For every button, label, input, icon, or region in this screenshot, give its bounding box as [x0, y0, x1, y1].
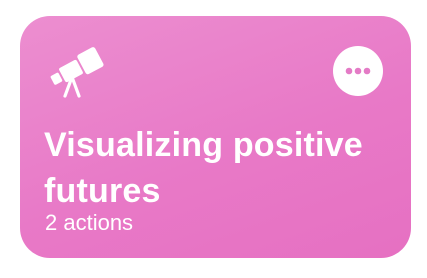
ellipsis-icon — [345, 67, 371, 75]
shortcut-card[interactable]: Visualizing positive futures 2 actions — [20, 16, 411, 258]
telescope-icon — [44, 44, 104, 102]
shortcut-action-count: 2 actions — [45, 210, 134, 235]
more-options-button[interactable] — [333, 46, 383, 96]
shortcut-title: Visualizing positive futures — [44, 126, 363, 210]
